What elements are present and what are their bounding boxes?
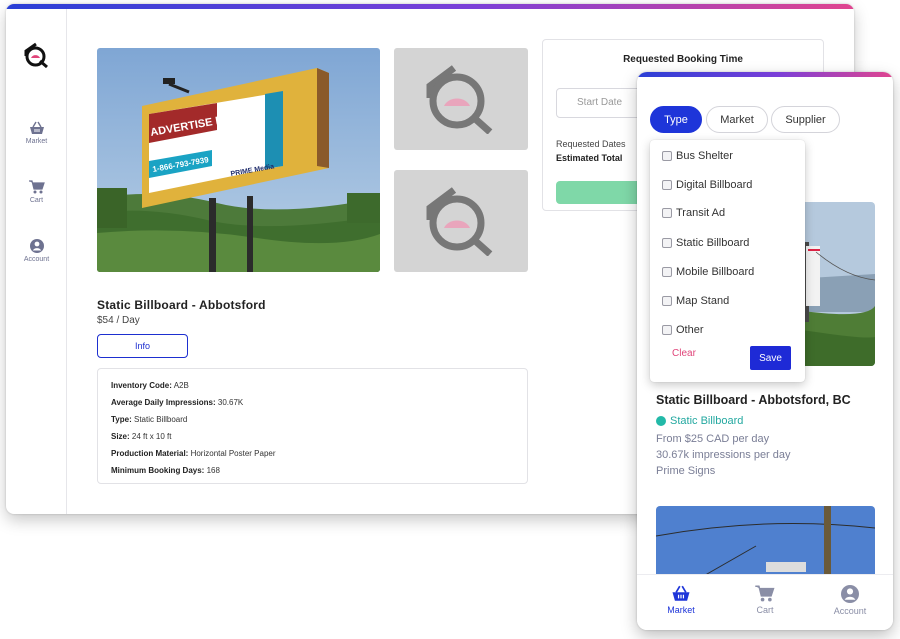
checkbox[interactable] bbox=[662, 208, 672, 218]
estimated-total-label: Estimated Total bbox=[556, 153, 623, 163]
checkbox[interactable] bbox=[662, 180, 672, 190]
filter-chip-type[interactable]: Type bbox=[650, 106, 702, 133]
basket-icon bbox=[672, 585, 690, 601]
listing-price: $54 / Day bbox=[97, 315, 140, 326]
checkbox[interactable] bbox=[662, 267, 672, 277]
filter-option-digital-billboard[interactable]: Digital Billboard bbox=[662, 176, 752, 194]
detail-row: Type: Static Billboard bbox=[111, 415, 188, 424]
filter-option-other[interactable]: Other bbox=[662, 321, 704, 339]
sidebar-item-label: Market bbox=[25, 138, 48, 145]
nav-item-label: Cart bbox=[756, 605, 774, 615]
basket-icon bbox=[29, 121, 44, 134]
checkbox[interactable] bbox=[662, 238, 672, 248]
listing-title: Static Billboard - Abbotsford bbox=[97, 298, 266, 312]
filter-option-mobile-billboard[interactable]: Mobile Billboard bbox=[662, 263, 754, 281]
placeholder-logo-icon bbox=[426, 65, 493, 134]
card-type-label: Static Billboard bbox=[670, 415, 744, 427]
card-impressions: 30.67k impressions per day bbox=[656, 449, 791, 461]
nav-item-label: Account bbox=[833, 606, 867, 616]
account-icon bbox=[29, 239, 44, 253]
app-logo-icon[interactable] bbox=[23, 42, 49, 68]
checkbox[interactable] bbox=[662, 296, 672, 306]
sidebar-item-account[interactable]: Account bbox=[6, 239, 67, 263]
checkbox[interactable] bbox=[662, 325, 672, 335]
card-supplier: Prime Signs bbox=[656, 465, 716, 477]
filter-option-transit-ad[interactable]: Transit Ad bbox=[662, 204, 725, 222]
listing-thumb-placeholder[interactable] bbox=[394, 48, 528, 150]
detail-row: Inventory Code: A2B bbox=[111, 381, 189, 390]
requested-dates-label: Requested Dates bbox=[556, 139, 626, 149]
card-type: Static Billboard bbox=[656, 415, 743, 427]
card-title[interactable]: Static Billboard - Abbotsford, BC bbox=[656, 393, 851, 407]
card-price: From $25 CAD per day bbox=[656, 433, 770, 445]
save-button[interactable]: Save bbox=[750, 346, 791, 370]
detail-row: Minimum Booking Days: 168 bbox=[111, 466, 220, 475]
nav-item-market[interactable]: Market bbox=[646, 585, 716, 615]
sidebar-item-label: Account bbox=[23, 256, 50, 263]
nav-item-account[interactable]: Account bbox=[815, 585, 885, 616]
nav-item-label: Market bbox=[667, 605, 695, 615]
filter-chip-supplier[interactable]: Supplier bbox=[771, 106, 840, 133]
detail-row: Size: 24 ft x 10 ft bbox=[111, 432, 172, 441]
gradient-top-bar bbox=[6, 4, 854, 9]
info-button[interactable]: Info bbox=[97, 334, 188, 358]
detail-row: Production Material: Horizontal Poster P… bbox=[111, 449, 276, 458]
booking-title: Requested Booking Time bbox=[623, 54, 743, 65]
filter-option-map-stand[interactable]: Map Stand bbox=[662, 292, 729, 310]
filter-chip-market[interactable]: Market bbox=[706, 106, 768, 133]
bottom-nav: Market Cart Account bbox=[637, 574, 893, 630]
sidebar-item-market[interactable]: Market bbox=[6, 121, 67, 145]
gradient-top-bar bbox=[637, 72, 893, 77]
filter-option-static-billboard[interactable]: Static Billboard bbox=[662, 234, 749, 252]
listing-main-photo[interactable]: ADVERTISE HERE 1-866-793-7939 PRIME Medi… bbox=[97, 48, 380, 272]
cart-icon bbox=[755, 585, 775, 602]
clear-button[interactable]: Clear bbox=[672, 348, 696, 359]
account-icon bbox=[841, 585, 859, 603]
sidebar-item-cart[interactable]: Cart bbox=[6, 180, 67, 204]
checkbox[interactable] bbox=[662, 151, 672, 161]
placeholder-logo-icon bbox=[426, 187, 493, 256]
listing-details-panel: Inventory Code: A2B Average Daily Impres… bbox=[97, 368, 528, 484]
nav-item-cart[interactable]: Cart bbox=[730, 585, 800, 615]
type-filter-dropdown: Bus Shelter Digital Billboard Transit Ad… bbox=[650, 140, 805, 382]
listing-thumb-placeholder[interactable] bbox=[394, 170, 528, 272]
type-dot-icon bbox=[656, 416, 666, 426]
detail-row: Average Daily Impressions: 30.67K bbox=[111, 398, 244, 407]
sidebar: Market Cart Account bbox=[6, 9, 67, 514]
cart-icon bbox=[28, 180, 45, 194]
sidebar-item-label: Cart bbox=[29, 197, 44, 204]
filter-option-bus-shelter[interactable]: Bus Shelter bbox=[662, 147, 733, 165]
